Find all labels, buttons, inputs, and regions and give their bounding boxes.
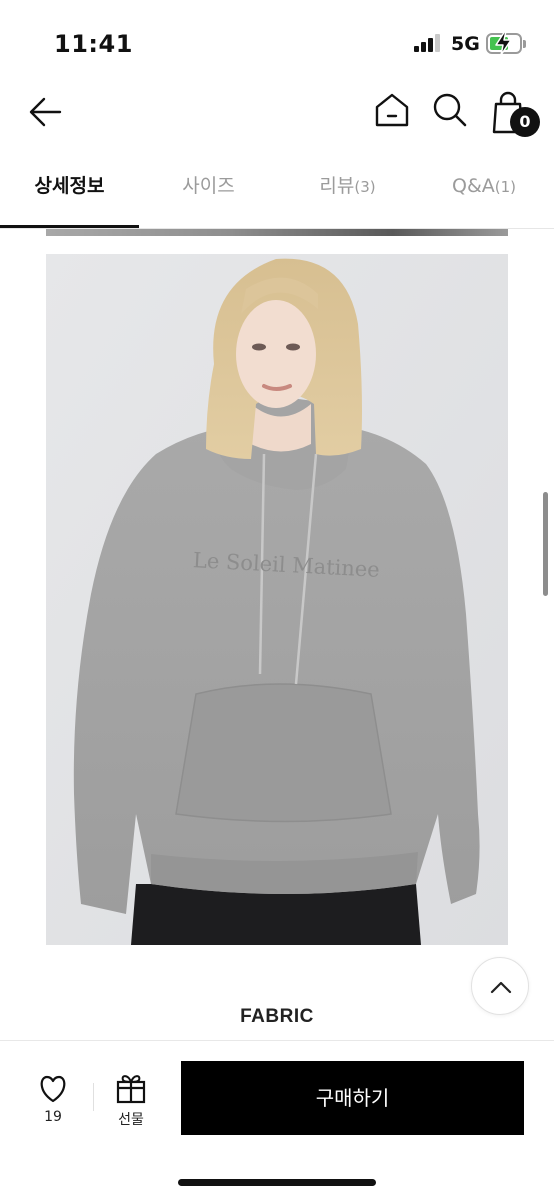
- previous-image-edge: [46, 229, 508, 236]
- tab-count: (1): [494, 178, 517, 196]
- home-button[interactable]: [372, 90, 412, 130]
- bottom-action-bar: 19 선물 구매하기: [0, 1040, 554, 1200]
- scrollbar[interactable]: [543, 492, 548, 596]
- gift-label: 선물: [118, 1112, 144, 1128]
- gift-button[interactable]: 선물: [106, 1071, 156, 1135]
- section-title: FABRIC: [240, 1006, 314, 1027]
- status-time: 11:41: [54, 30, 133, 58]
- like-count: 19: [44, 1109, 62, 1125]
- tab-label: 상세정보: [34, 175, 105, 197]
- product-photo: Le Soleil Matinee: [46, 254, 508, 945]
- network-type: 5G: [451, 33, 480, 55]
- heart-icon: [40, 1075, 66, 1103]
- top-nav: [0, 80, 554, 144]
- tab-size[interactable]: 사이즈: [139, 160, 278, 228]
- tab-details[interactable]: 상세정보: [0, 160, 139, 228]
- status-bar: 11:41 5G: [0, 0, 554, 80]
- tab-label: Q&A: [451, 175, 495, 197]
- gift-icon: [116, 1075, 146, 1104]
- cart-count-badge: 0: [510, 107, 540, 137]
- buy-button[interactable]: 구매하기: [181, 1061, 524, 1135]
- arrow-left-icon: [29, 97, 62, 127]
- battery-cap: [523, 40, 526, 48]
- bar-divider: [93, 1083, 94, 1111]
- search-icon: [433, 93, 467, 127]
- tab-label: 리뷰: [319, 175, 355, 197]
- tab-label: 사이즈: [182, 175, 235, 197]
- like-button[interactable]: 19: [28, 1071, 78, 1135]
- back-button[interactable]: [26, 94, 66, 130]
- tab-qna[interactable]: Q&A(1): [414, 160, 554, 228]
- home-icon: [375, 93, 409, 127]
- tab-count: (3): [354, 178, 376, 196]
- charging-bolt-icon: [495, 30, 512, 56]
- home-indicator: [178, 1179, 376, 1186]
- detail-tabs: 상세정보 사이즈 리뷰(3) Q&A(1): [0, 160, 554, 228]
- signal-strength-icon: [414, 34, 442, 52]
- tab-reviews[interactable]: 리뷰(3): [278, 160, 417, 228]
- search-button[interactable]: [430, 90, 470, 130]
